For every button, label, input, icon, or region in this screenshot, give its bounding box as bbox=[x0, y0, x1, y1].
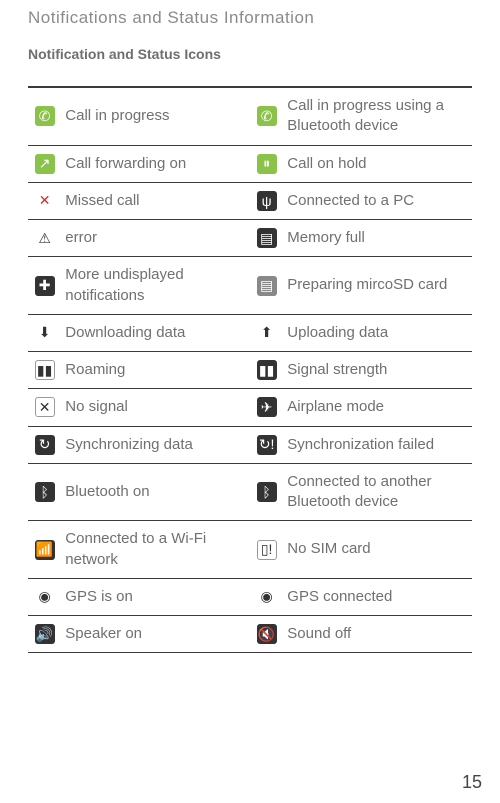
icon-label: Connected to a Wi-Fi network bbox=[61, 521, 250, 579]
speaker-on-icon: 🔊 bbox=[35, 624, 55, 644]
call-hold-icon: ⏸ bbox=[257, 154, 277, 174]
no-sim-icon: ▯! bbox=[257, 540, 277, 560]
icon-label: No SIM card bbox=[283, 521, 472, 579]
wifi-icon: 📶 bbox=[35, 540, 55, 560]
connected-pc-icon: ψ bbox=[257, 191, 277, 211]
bluetooth-on-icon: ᛒ bbox=[35, 482, 55, 502]
icon-label: Signal strength bbox=[283, 352, 472, 389]
sync-failed-icon: ↻! bbox=[257, 435, 277, 455]
sync-icon: ↻ bbox=[35, 435, 55, 455]
icon-label: Memory full bbox=[283, 220, 472, 257]
downloading-icon: ⬇ bbox=[35, 323, 55, 343]
icon-label: Downloading data bbox=[61, 314, 250, 351]
bluetooth-connected-icon: ᛒ bbox=[257, 482, 277, 502]
icon-label: Connected to a PC bbox=[283, 182, 472, 219]
table-row: ◉ GPS is on ◉ GPS connected bbox=[28, 578, 472, 615]
icon-label: error bbox=[61, 220, 250, 257]
icon-label: Sound off bbox=[283, 616, 472, 653]
icon-label: Roaming bbox=[61, 352, 250, 389]
icon-label: Call on hold bbox=[283, 145, 472, 182]
icon-label: Synchronizing data bbox=[61, 426, 250, 463]
icon-label: Call in progress using a Bluetooth devic… bbox=[283, 87, 472, 145]
icon-label: Call forwarding on bbox=[61, 145, 250, 182]
roaming-icon: ▮▮ bbox=[35, 360, 55, 380]
table-row: ↗ Call forwarding on ⏸ Call on hold bbox=[28, 145, 472, 182]
call-forwarding-icon: ↗ bbox=[35, 154, 55, 174]
table-row: ✕ Missed call ψ Connected to a PC bbox=[28, 182, 472, 219]
error-icon: ⚠ bbox=[35, 228, 55, 248]
icon-label: Synchronization failed bbox=[283, 426, 472, 463]
section-title: Notifications and Status Information bbox=[28, 8, 472, 28]
page-number: 15 bbox=[462, 772, 482, 793]
uploading-icon: ⬆ bbox=[257, 323, 277, 343]
no-signal-icon: ✕ bbox=[35, 397, 55, 417]
table-row: ▮▮ Roaming ▮▮ Signal strength bbox=[28, 352, 472, 389]
table-row: ✚ More undisplayed notifications ▤ Preparin… bbox=[28, 257, 472, 315]
signal-strength-icon: ▮▮ bbox=[257, 360, 277, 380]
table-row: 📶 Connected to a Wi-Fi network ▯! No SIM ca… bbox=[28, 521, 472, 579]
table-row: ⚠ error ▤ Memory full bbox=[28, 220, 472, 257]
call-bluetooth-icon: ✆ bbox=[257, 106, 277, 126]
icon-label: Call in progress bbox=[61, 87, 250, 145]
missed-call-icon: ✕ bbox=[35, 191, 55, 211]
airplane-mode-icon: ✈ bbox=[257, 397, 277, 417]
icon-label: GPS connected bbox=[283, 578, 472, 615]
icon-label: Missed call bbox=[61, 182, 250, 219]
icon-label: Connected to another Bluetooth device bbox=[283, 463, 472, 521]
gps-on-icon: ◉ bbox=[35, 587, 55, 607]
more-notifications-icon: ✚ bbox=[35, 276, 55, 296]
icon-label: Preparing mircoSD card bbox=[283, 257, 472, 315]
table-row: ↻ Synchronizing data ↻! Synchronization fai… bbox=[28, 426, 472, 463]
icon-label: More undisplayed notifications bbox=[61, 257, 250, 315]
icon-label: GPS is on bbox=[61, 578, 250, 615]
table-row: ✆ Call in progress ✆ Call in progress using… bbox=[28, 87, 472, 145]
icon-label: Airplane mode bbox=[283, 389, 472, 426]
table-row: ✕ No signal ✈ Airplane mode bbox=[28, 389, 472, 426]
icon-label: Speaker on bbox=[61, 616, 250, 653]
icon-label: Uploading data bbox=[283, 314, 472, 351]
table-row: ⬇ Downloading data ⬆ Uploading data bbox=[28, 314, 472, 351]
memory-full-icon: ▤ bbox=[257, 228, 277, 248]
call-in-progress-icon: ✆ bbox=[35, 106, 55, 126]
preparing-sd-icon: ▤ bbox=[257, 276, 277, 296]
table-row: 🔊 Speaker on 🔇 Sound off bbox=[28, 616, 472, 653]
subsection-title: Notification and Status Icons bbox=[28, 46, 472, 62]
table-row: ᛒ Bluetooth on ᛒ Connected to another Bluet… bbox=[28, 463, 472, 521]
icon-label: Bluetooth on bbox=[61, 463, 250, 521]
gps-connected-icon: ◉ bbox=[257, 587, 277, 607]
sound-off-icon: 🔇 bbox=[257, 624, 277, 644]
icon-label: No signal bbox=[61, 389, 250, 426]
status-icons-table: ✆ Call in progress ✆ Call in progress using… bbox=[28, 86, 472, 653]
